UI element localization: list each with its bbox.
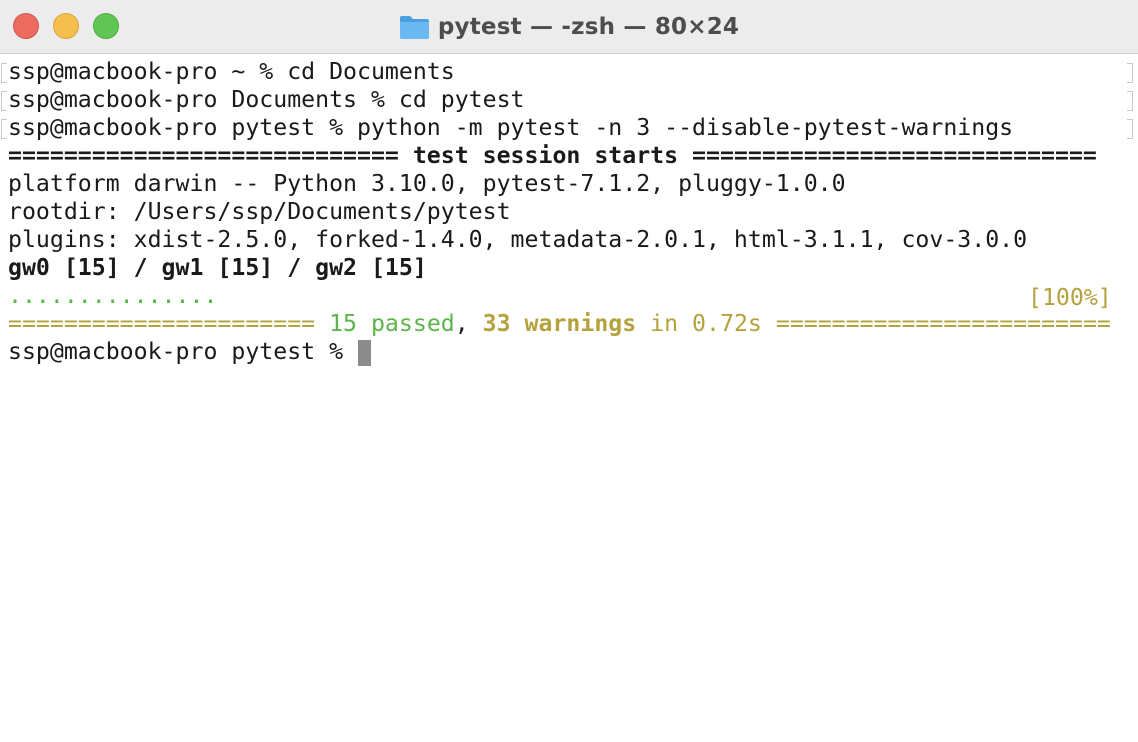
- title-bar[interactable]: pytest — -zsh — 80×24: [0, 0, 1138, 54]
- summary-warnings: 33 warnings: [482, 310, 637, 337]
- mark-bracket-right: [1127, 91, 1133, 111]
- history-line-1: ssp@macbook-pro ~ % cd Documents: [8, 58, 455, 85]
- progress-percent: [100%]: [1028, 284, 1112, 311]
- terminal-window: pytest — -zsh — 80×24 ssp@macbook-pro ~ …: [0, 0, 1138, 742]
- summary-right-rule: ========================: [775, 310, 1111, 337]
- summary-comma: ,: [454, 310, 483, 337]
- summary-duration: in 0.72s: [636, 310, 776, 337]
- prompt-line[interactable]: ssp@macbook-pro pytest %: [8, 338, 357, 366]
- plugins-line: plugins: xdist-2.5.0, forked-1.4.0, meta…: [8, 226, 1028, 253]
- rootdir-line: rootdir: /Users/ssp/Documents/pytest: [8, 198, 511, 225]
- platform-line: platform darwin -- Python 3.10.0, pytest…: [8, 170, 846, 197]
- summary-passed: 15 passed: [329, 310, 455, 337]
- mark-bracket-left: [1, 91, 7, 111]
- summary-line: ====================== 15 passed, 33 war…: [8, 310, 1111, 338]
- text-cursor: [358, 340, 371, 366]
- workers-line: gw0 [15] / gw1 [15] / gw2 [15]: [8, 254, 427, 281]
- mark-bracket-right: [1127, 63, 1133, 83]
- session-header: ============================ test sessio…: [8, 142, 1097, 169]
- summary-left-rule: ======================: [8, 310, 330, 337]
- window-title-text: pytest — -zsh — 80×24: [437, 14, 740, 40]
- folder-icon: [399, 16, 429, 39]
- history-line-3: ssp@macbook-pro pytest % python -m pytes…: [8, 114, 1014, 141]
- history-line-2: ssp@macbook-pro Documents % cd pytest: [8, 86, 525, 113]
- progress-dots: ...............: [8, 282, 218, 309]
- window-title: pytest — -zsh — 80×24: [0, 0, 1138, 54]
- terminal-content[interactable]: ssp@macbook-pro ~ % cd Documents ssp@mac…: [0, 58, 1138, 742]
- mark-bracket-left: [1, 119, 7, 139]
- mark-bracket-right: [1127, 119, 1133, 139]
- mark-bracket-left: [1, 63, 7, 83]
